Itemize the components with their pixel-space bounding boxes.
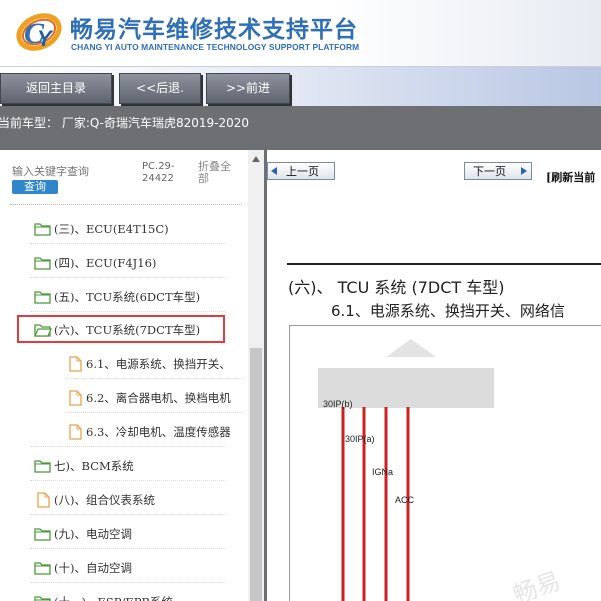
divider [30,480,226,481]
divider [30,514,226,515]
folder-open-icon [34,324,52,337]
tree-item-label: 七)、BCM系统 [54,459,134,473]
diagram-label: ACC [395,495,415,505]
diagram-label: 30IP(a) [345,434,375,444]
prev-page-label: 上一页 [286,165,319,178]
header: C Y 畅易汽车维修技术支持平台 CHANG YI AUTO MAINTENAN… [0,0,601,66]
forward-button[interactable]: >>前进 [206,73,290,104]
wiring-diagram: 30IP(b) 30IP(a) IGNa ACC [318,339,494,601]
scroll-thumb[interactable] [250,348,262,601]
divider [30,446,226,447]
document-icon [69,424,82,440]
divider [287,263,601,265]
brand-subtitle: CHANG YI AUTO MAINTENANCE TECHNOLOGY SUP… [71,42,360,52]
current-model-bar: 当前车型： 厂家:Q-奇瑞汽车瑞虎82019-2020 [0,106,601,150]
tree-item-label: 6.1、电源系统、换挡开关、 [86,357,231,371]
divider [30,548,226,549]
next-page-label: 下一页 [473,165,506,178]
divider [66,378,244,379]
tree-item-label: (六)、TCU系统(7DCT车型) [54,323,201,337]
folder-open-icon [34,528,51,541]
pc-label: PC.29-24422 [142,161,175,184]
search-area: 查询 PC.29-24422 折叠全部 [0,150,248,206]
document-icon [37,492,50,508]
back-button[interactable]: <<后退. [119,73,201,104]
svg-text:Y: Y [37,26,54,51]
prev-arrow-icon [271,167,277,175]
search-input[interactable] [12,163,108,179]
divider [30,311,226,312]
doc-title: (六)、 TCU 系统 (7DCT 车型) [288,278,505,297]
folder-open-icon [34,291,51,304]
home-button[interactable]: 返回主目录 [0,73,112,104]
prev-page-button[interactable]: 上一页 [267,162,335,180]
current-model-text: 当前车型： 厂家:Q-奇瑞汽车瑞虎82019-2020 [0,116,250,130]
diagram-label: 30IP(b) [323,399,353,409]
brand-title: 畅易汽车维修技术支持平台 [70,17,358,43]
divider [30,582,226,583]
tree-item-label: (九)、电动空调 [54,527,132,541]
collapse-all-button[interactable]: 折叠全部 [198,161,238,185]
divider [30,277,226,278]
tree-item-label: (四)、ECU(F4J16) [54,256,157,270]
folder-open-icon [34,257,51,270]
tree-item-label: 6.3、冷却电机、温度传感器 [86,425,231,439]
divider [10,204,242,205]
document-icon [69,356,82,372]
sidebar-scrollbar[interactable] [248,150,264,601]
tree-item-label: (三)、ECU(E4T15C) [54,222,169,236]
next-arrow-icon [521,167,527,175]
up-arrow-icon [386,339,436,357]
tree-item-label: (八)、组合仪表系统 [54,493,155,507]
tree-item-label: (十一)、ESP/EPB系统 [54,592,173,601]
tree-item-label: (五)、TCU系统(6DCT车型) [54,290,201,304]
diagram-label: IGNa [372,467,393,477]
divider [66,412,244,413]
tree-item-label: (十)、自动空调 [54,561,132,575]
doc-subtitle: 6.1、电源系统、换挡开关、网络信 [331,302,565,320]
folder-open-icon [34,596,51,601]
search-button[interactable]: 查询 [12,180,58,194]
folder-open-icon [34,223,51,236]
nav-bar: 返回主目录 <<后退. >>前进 [0,66,601,107]
folder-open-icon [34,562,51,575]
scroll-up-arrow-icon[interactable] [252,156,260,162]
sidebar: 查询 PC.29-24422 折叠全部 (三)、ECU(E4T15C) (四)、… [0,150,264,601]
folder-open-icon [34,460,51,473]
refresh-link[interactable]: [刷新当前 [546,169,595,185]
tree-item-label: 6.2、离合器电机、换档电机 [86,391,231,405]
document-icon [69,390,82,406]
document-pane: 上一页 下一页 [刷新当前 (六)、 TCU 系统 (7DCT 车型) 6.1、… [267,150,601,601]
cy-logo-icon: C Y [16,13,62,51]
next-page-button[interactable]: 下一页 [464,162,532,180]
divider [30,243,226,244]
